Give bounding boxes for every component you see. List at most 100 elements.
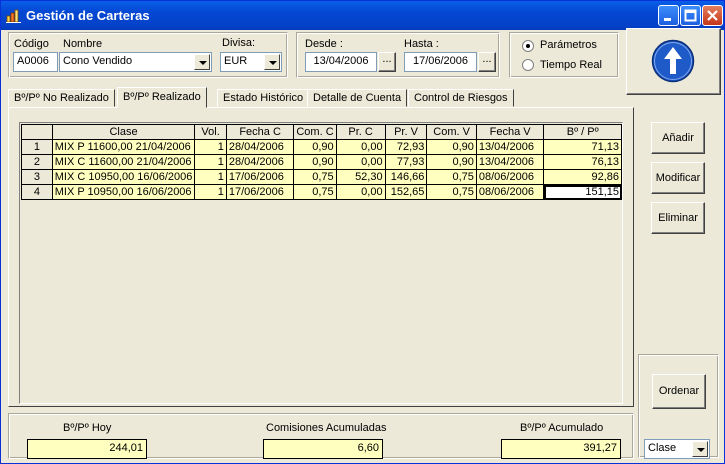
cell-com-c[interactable]: 0,90 [293, 139, 337, 155]
close-icon [707, 10, 718, 21]
column-header[interactable]: Com. C [293, 124, 337, 140]
tab-detalle-cuenta[interactable]: Detalle de Cuenta [307, 89, 408, 107]
cell-fecha-c[interactable]: 28/04/2006 [225, 154, 295, 170]
cell-bp[interactable]: 76,13 [543, 154, 622, 170]
divisa-label: Divisa: [222, 37, 256, 49]
tiempo-real-radio[interactable] [522, 59, 534, 71]
cell-vol[interactable]: 1 [194, 139, 227, 155]
sort-field-combo[interactable]: Clase [644, 439, 710, 459]
cell-vol[interactable]: 1 [194, 154, 227, 170]
results-table: Clase Vol. Fecha C Com. C Pr. C Pr. V Co… [21, 124, 622, 200]
cell-pr-c[interactable]: 0,00 [335, 154, 386, 170]
cell-pr-c[interactable]: 0,00 [335, 184, 386, 200]
cell-clase[interactable]: MIX P 11600,00 21/04/2006 [51, 139, 196, 155]
cell-com-v[interactable]: 0,90 [426, 139, 477, 155]
modify-button[interactable]: Modificar [651, 162, 705, 194]
tab-control-riesgos[interactable]: Control de Riesgos [408, 89, 514, 107]
cell-fecha-c[interactable]: 28/04/2006 [225, 139, 295, 155]
cell-pr-v[interactable]: 72,93 [384, 139, 428, 155]
desde-picker-button[interactable]: ... [378, 52, 396, 72]
minimize-icon [664, 18, 671, 21]
column-header[interactable]: Com. V [426, 124, 477, 140]
cell-vol[interactable]: 1 [194, 169, 227, 185]
cell-fecha-c[interactable]: 17/06/2006 [225, 184, 295, 200]
cell-pr-v[interactable]: 146,66 [384, 169, 428, 185]
cell-com-c[interactable]: 0,75 [293, 169, 337, 185]
column-header[interactable]: Vol. [194, 124, 227, 140]
chevron-down-icon[interactable] [692, 441, 708, 457]
cell-fecha-v[interactable]: 13/04/2006 [475, 154, 545, 170]
row-number[interactable]: 2 [21, 154, 53, 170]
tab-realizado[interactable]: Bº/Pº Realizado [117, 87, 207, 108]
hasta-picker-button[interactable]: ... [478, 52, 496, 72]
main-window: Gestión de Carteras Código Nombre Divisa… [0, 0, 725, 464]
cell-com-v[interactable]: 0,90 [426, 154, 477, 170]
column-header[interactable]: Pr. C [335, 124, 386, 140]
comisiones-value: 6,60 [263, 439, 383, 459]
up-arrow-icon [651, 39, 695, 83]
cell-pr-v[interactable]: 77,93 [384, 154, 428, 170]
delete-button[interactable]: Eliminar [651, 202, 705, 234]
cell-com-v[interactable]: 0,75 [426, 169, 477, 185]
cell-com-c[interactable]: 0,90 [293, 154, 337, 170]
add-button[interactable]: Añadir [651, 122, 705, 154]
cell-fecha-v[interactable]: 13/04/2006 [475, 139, 545, 155]
title-bar[interactable]: Gestión de Carteras [1, 1, 724, 30]
cell-fecha-v[interactable]: 08/06/2006 [475, 169, 545, 185]
codigo-label: Código [14, 38, 49, 50]
divisa-combo[interactable]: EUR [220, 52, 282, 72]
cell-fecha-c[interactable]: 17/06/2006 [225, 169, 295, 185]
row-number[interactable]: 1 [21, 139, 53, 155]
cell-com-c[interactable]: 0,75 [293, 184, 337, 200]
update-button[interactable] [626, 28, 721, 95]
parametros-label: Parámetros [540, 39, 597, 51]
minimize-button[interactable] [658, 5, 679, 26]
cell-pr-c[interactable]: 0,00 [335, 139, 386, 155]
row-number[interactable]: 4 [21, 184, 53, 200]
sort-button[interactable]: Ordenar [652, 374, 706, 409]
sort-field-value: Clase [648, 442, 677, 454]
cell-com-v[interactable]: 0,75 [426, 184, 477, 200]
table-row[interactable]: 2 MIX C 11600,00 21/04/2006 1 28/04/2006… [21, 154, 622, 170]
window-title: Gestión de Carteras [26, 8, 150, 23]
chevron-down-icon[interactable] [264, 54, 280, 70]
cell-bp[interactable]: 92,86 [543, 169, 622, 185]
table-row[interactable]: 1 MIX P 11600,00 21/04/2006 1 28/04/2006… [21, 139, 622, 155]
maximize-button[interactable] [680, 5, 701, 26]
cell-pr-v[interactable]: 152,65 [384, 184, 428, 200]
row-number[interactable]: 3 [21, 169, 53, 185]
parametros-radio[interactable] [522, 40, 534, 52]
column-header[interactable]: Bº / Pº [543, 124, 622, 140]
tab-estado-historico[interactable]: Estado Histórico [217, 89, 310, 107]
cell-bp-selected[interactable]: 151,15 [543, 184, 622, 200]
table-row[interactable]: 3 MIX C 10950,00 16/06/2006 1 17/06/2006… [21, 169, 622, 185]
table-header-row: Clase Vol. Fecha C Com. C Pr. C Pr. V Co… [21, 124, 622, 140]
cell-clase[interactable]: MIX C 11600,00 21/04/2006 [51, 154, 196, 170]
column-header[interactable]: Pr. V [384, 124, 428, 140]
maximize-icon [684, 9, 697, 22]
cell-clase[interactable]: MIX C 10950,00 16/06/2006 [51, 169, 196, 185]
cell-clase[interactable]: MIX P 10950,00 16/06/2006 [51, 184, 196, 200]
tab-no-realizado[interactable]: Bº/Pº No Realizado [8, 89, 115, 107]
nombre-value: Cono Vendido [63, 55, 133, 67]
acumulado-value: 391,27 [501, 439, 621, 459]
cell-bp[interactable]: 71,13 [543, 139, 622, 155]
column-header[interactable]: Fecha V [475, 124, 545, 140]
hoy-label: Bº/Pº Hoy [63, 422, 112, 434]
table-row[interactable]: 4 MIX P 10950,00 16/06/2006 1 17/06/2006… [21, 184, 622, 200]
codigo-field[interactable]: A0006 [13, 52, 58, 72]
close-button[interactable] [702, 5, 723, 26]
cell-vol[interactable]: 1 [194, 184, 227, 200]
app-icon [6, 9, 21, 23]
desde-date-field[interactable]: 13/04/2006 [305, 52, 377, 72]
results-grid[interactable]: Clase Vol. Fecha C Com. C Pr. C Pr. V Co… [19, 122, 623, 404]
column-header[interactable]: Clase [51, 124, 196, 140]
cell-fecha-v[interactable]: 08/06/2006 [475, 184, 545, 200]
column-header[interactable]: Fecha C [225, 124, 295, 140]
nombre-combo[interactable]: Cono Vendido [59, 52, 212, 72]
hasta-date-field[interactable]: 17/06/2006 [404, 52, 477, 72]
desde-label: Desde : [305, 38, 343, 50]
chevron-down-icon[interactable] [194, 54, 210, 70]
cell-pr-c[interactable]: 52,30 [335, 169, 386, 185]
tiempo-real-label: Tiempo Real [540, 59, 602, 71]
